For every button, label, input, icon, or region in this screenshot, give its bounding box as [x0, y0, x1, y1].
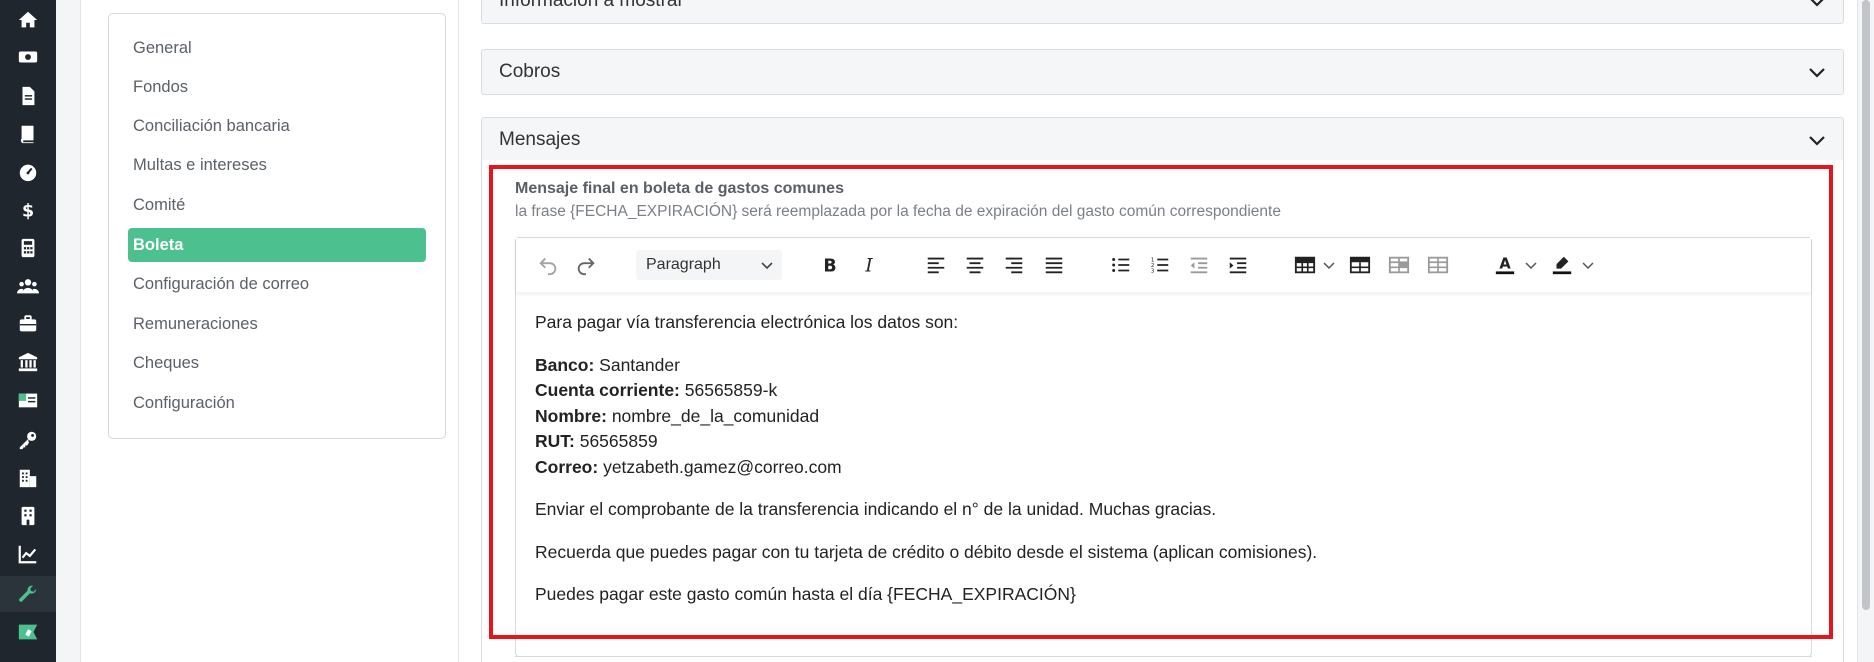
building-icon[interactable]	[0, 460, 56, 496]
accordion-title: Mensajes	[499, 129, 581, 150]
chevron-down-icon	[1809, 136, 1825, 146]
menu-item-conciliacion-bancaria[interactable]: Conciliación bancaria	[128, 109, 426, 143]
menu-item-boleta[interactable]: Boleta	[128, 228, 426, 262]
accordion-cobros[interactable]: Cobros	[481, 49, 1844, 95]
chevron-down-icon	[1810, 0, 1824, 7]
home-icon[interactable]	[0, 2, 56, 38]
book-icon[interactable]	[0, 116, 56, 152]
money-icon[interactable]	[0, 39, 56, 75]
menu-item-comite[interactable]: Comité	[128, 188, 426, 222]
column-divider	[458, 0, 459, 662]
calculator-icon[interactable]	[0, 230, 56, 266]
menu-item-configuracion-de-correo[interactable]: Configuración de correo	[128, 267, 426, 301]
dashboard-icon[interactable]	[0, 154, 56, 190]
highlight-box	[489, 165, 1833, 639]
id-card-icon[interactable]	[0, 382, 56, 418]
editor-status-divider	[515, 656, 1812, 657]
scrollbar-thumb[interactable]	[1862, 0, 1870, 610]
menu-item-fondos[interactable]: Fondos	[128, 70, 426, 104]
menu-item-cheques[interactable]: Cheques	[128, 346, 426, 380]
dollar-icon[interactable]: $	[0, 192, 56, 228]
accordion-mensajes[interactable]: Mensajes	[481, 117, 1844, 163]
bank-icon[interactable]	[0, 344, 56, 380]
menu-item-multas-e-intereses[interactable]: Multas e intereses	[128, 148, 426, 182]
menu-item-remuneraciones[interactable]: Remuneraciones	[128, 307, 426, 341]
key-icon[interactable]	[0, 422, 56, 458]
accordion-title: Cobros	[499, 61, 561, 82]
document-icon[interactable]	[0, 78, 56, 114]
app-sidebar: $	[0, 0, 56, 662]
settings-menu: General Fondos Conciliación bancaria Mul…	[108, 13, 446, 439]
chart-line-icon[interactable]	[0, 536, 56, 572]
wrench-icon[interactable]	[0, 576, 56, 612]
svg-text:$: $	[22, 201, 34, 221]
chevron-down-icon	[1809, 68, 1825, 78]
apartment-icon[interactable]	[0, 498, 56, 534]
briefcase-icon[interactable]	[0, 306, 56, 342]
users-icon[interactable]	[0, 268, 56, 304]
menu-item-general[interactable]: General	[128, 31, 426, 65]
menu-item-configuracion[interactable]: Configuración	[128, 386, 426, 420]
accordion-title: Información a mostrar	[499, 0, 684, 11]
flag-rocket-icon[interactable]	[0, 614, 56, 650]
accordion-informacion-a-mostrar[interactable]: Información a mostrar	[481, 0, 1844, 24]
